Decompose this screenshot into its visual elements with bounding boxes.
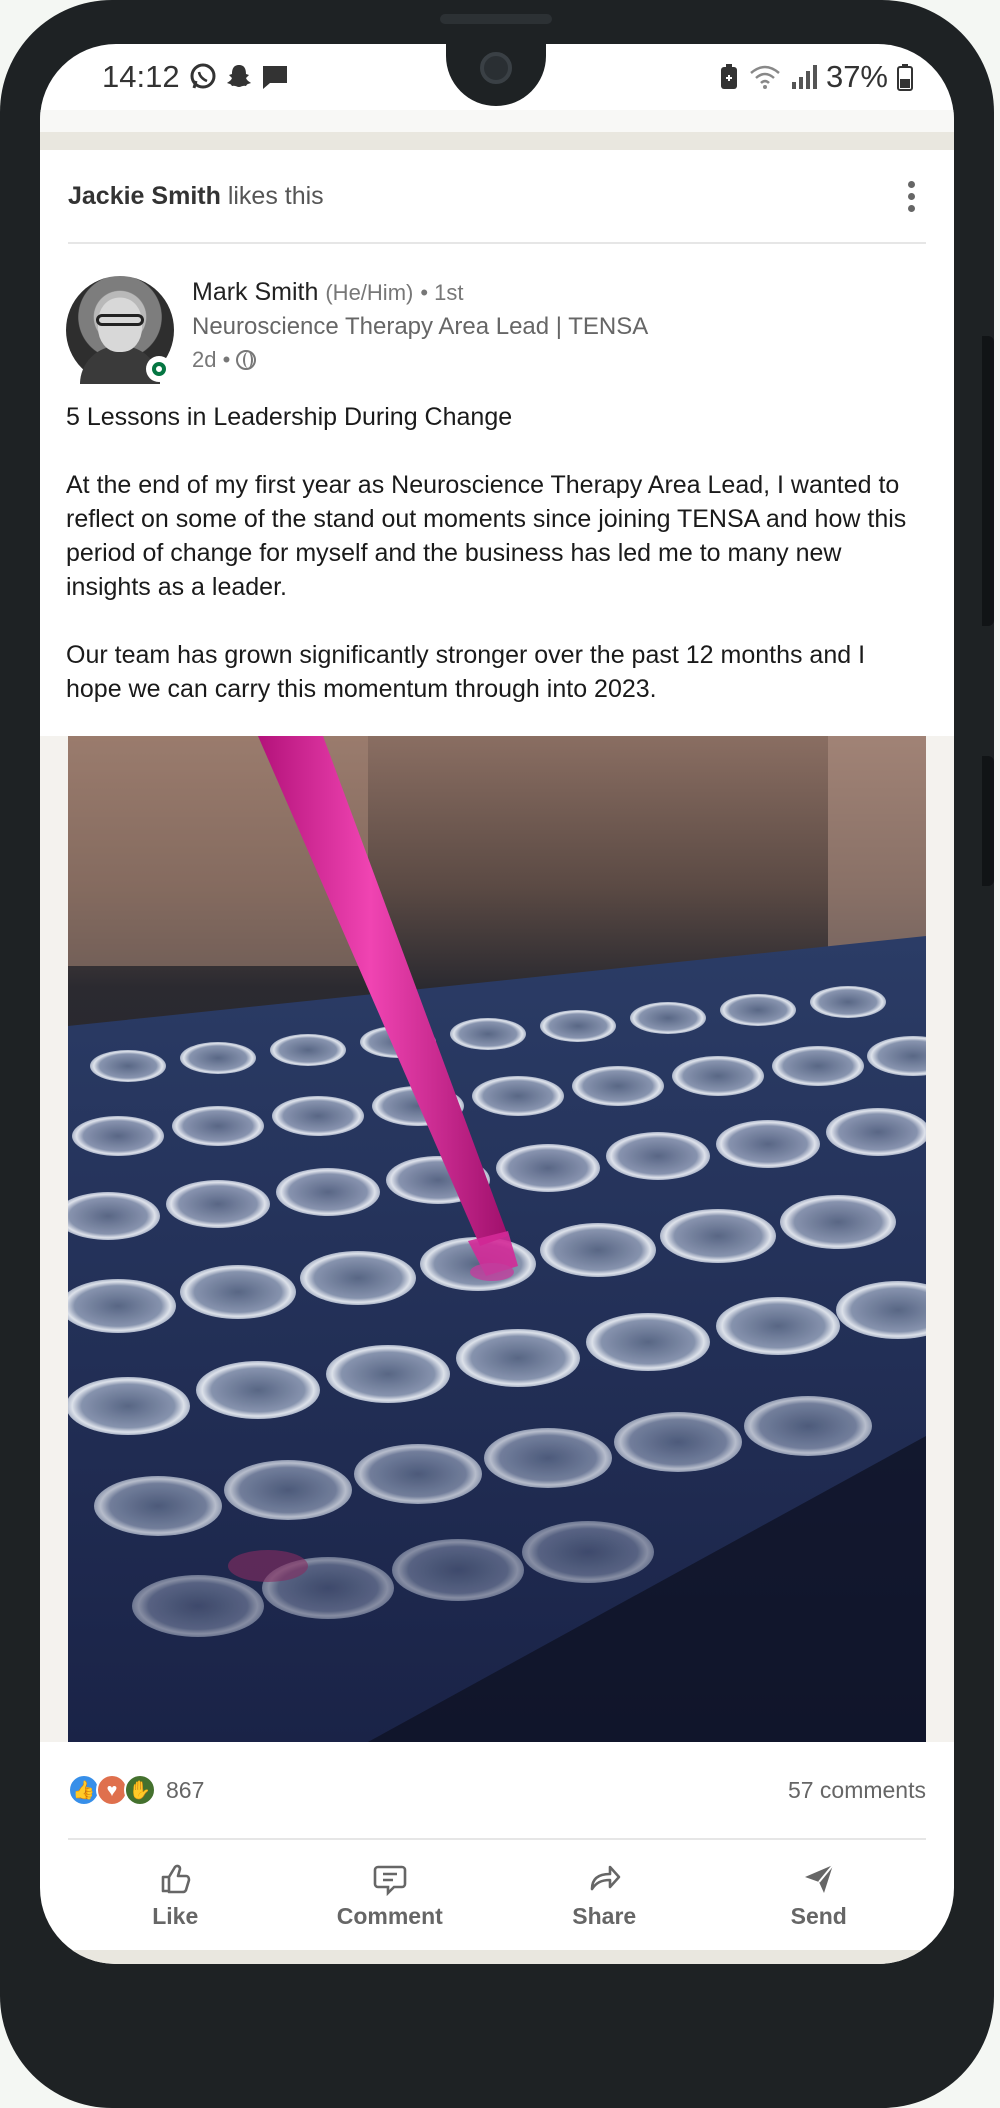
reaction-summary[interactable]: 👍 ♥ ✋ 867 (68, 1774, 204, 1806)
image-pad-left (40, 736, 68, 1742)
social-context[interactable]: Jackie Smith likes this (68, 182, 324, 211)
post-paragraph-2: Our team has grown significantly stronge… (66, 641, 866, 703)
battery-percent: 37% (825, 59, 888, 94)
power-button (982, 756, 994, 886)
more-vertical-icon[interactable] (896, 176, 926, 216)
feed-divider (40, 132, 954, 150)
post-actions-bar: Like Comment Share Send (68, 1840, 926, 1950)
like-icon (161, 1864, 191, 1893)
post-title: 5 Lessons in Leadership During Change (66, 403, 513, 431)
social-context-actor[interactable]: Jackie Smith (68, 182, 221, 210)
share-button[interactable]: Share (504, 1861, 704, 1930)
post-text[interactable]: 5 Lessons in Leadership During Change At… (66, 400, 926, 740)
status-time: 14:12 (102, 59, 180, 94)
feed-bottom-divider (40, 1950, 954, 1964)
comment-button[interactable]: Comment (290, 1861, 490, 1930)
earpiece (440, 14, 552, 24)
front-camera (480, 52, 512, 84)
send-icon (804, 1863, 834, 1893)
author-pronouns: (He/Him) (325, 280, 414, 305)
globe-icon (236, 350, 257, 370)
social-context-action: likes this (227, 181, 324, 210)
share-label: Share (572, 1902, 637, 1929)
post-time: 2d • (192, 347, 231, 372)
celebrate-reaction-icon: ✋ (124, 1774, 156, 1806)
author-name[interactable]: Mark Smith (192, 278, 318, 306)
avatar[interactable] (66, 276, 174, 384)
whatsapp-icon (190, 63, 216, 89)
comment-label: Comment (336, 1902, 443, 1929)
phone-frame: 14:12 37% Jackie Smith likes this Mark S… (0, 0, 994, 2108)
social-counts-bar: 👍 ♥ ✋ 867 57 comments (68, 1742, 926, 1840)
share-icon (590, 1865, 621, 1890)
post-paragraph-1: At the end of my first year as Neuroscie… (66, 471, 907, 601)
comment-icon (373, 1865, 407, 1896)
wifi-icon (750, 65, 780, 89)
reaction-count[interactable]: 867 (166, 1777, 204, 1804)
battery-saver-icon (720, 64, 737, 89)
post-author[interactable]: Mark Smith (He/Him) • 1st Neuroscience T… (66, 276, 648, 384)
comments-count[interactable]: 57 comments (788, 1777, 926, 1804)
social-context-header: Jackie Smith likes this (68, 150, 926, 244)
author-headline: Neuroscience Therapy Area Lead | TENSA (192, 313, 649, 340)
like-button[interactable]: Like (75, 1861, 275, 1930)
feed-top-strip (40, 110, 954, 132)
image-pad-right (926, 736, 954, 1742)
connection-degree: • 1st (420, 280, 464, 305)
battery-icon (897, 64, 913, 91)
snapchat-icon (226, 65, 251, 87)
post-image[interactable] (68, 736, 926, 1742)
online-status-icon (146, 356, 172, 382)
like-label: Like (152, 1902, 199, 1929)
volume-button (982, 336, 994, 626)
send-button[interactable]: Send (719, 1861, 919, 1930)
message-icon (262, 66, 287, 89)
lab-tubes-illustration (68, 736, 926, 1742)
signal-icon (791, 65, 817, 89)
screen: 14:12 37% Jackie Smith likes this Mark S… (40, 44, 954, 1964)
send-label: Send (790, 1902, 847, 1929)
